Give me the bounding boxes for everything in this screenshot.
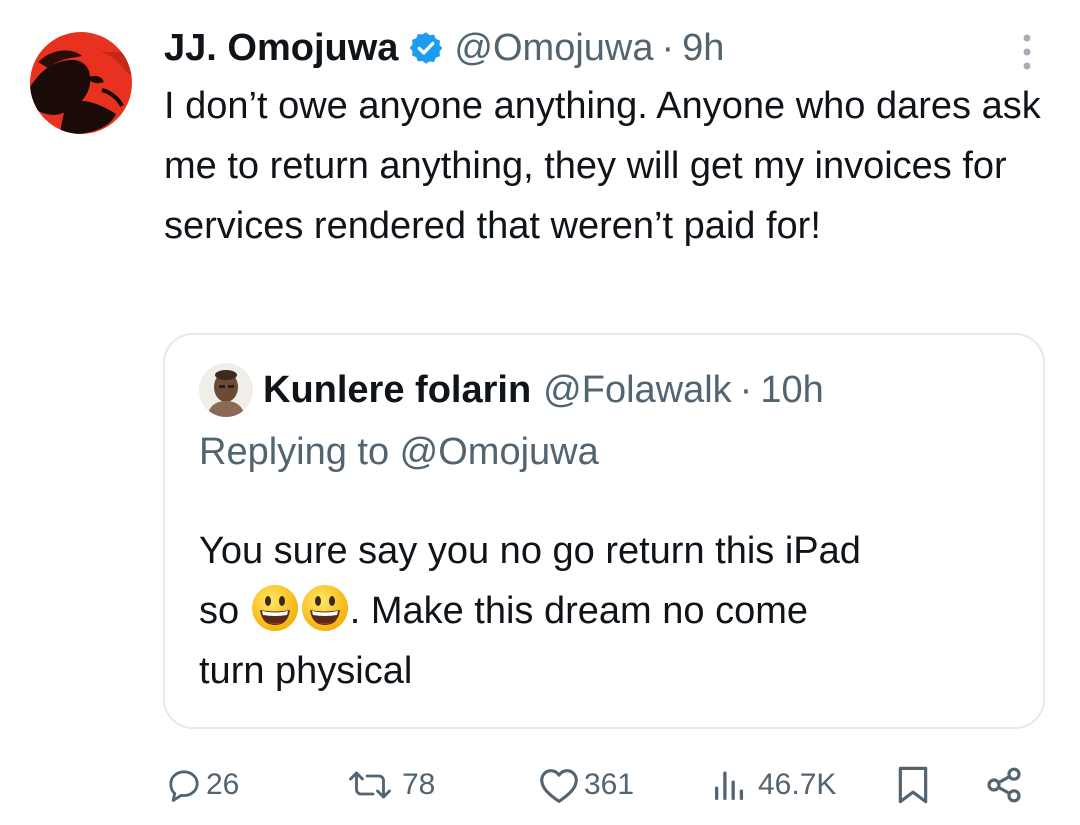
like-count: 361 (584, 768, 635, 801)
retweet-count: 78 (402, 768, 436, 801)
author-handle[interactable]: @Omojuwa (454, 27, 653, 70)
views-count: 46.7K (758, 768, 837, 801)
tweet-timestamp[interactable]: 9h (682, 27, 724, 70)
quoted-author-name[interactable]: Kunlere folarin (263, 369, 531, 412)
views-chart-icon (712, 767, 748, 803)
retweet-icon (342, 767, 398, 803)
like-button[interactable]: 361 (538, 755, 634, 815)
action-bar: 26 78 361 46.7K (0, 755, 1080, 815)
retweet-button[interactable]: 78 (342, 755, 435, 815)
more-vertical-icon[interactable] (1012, 30, 1042, 74)
views-button[interactable]: 46.7K (712, 755, 836, 815)
author-name[interactable]: JJ. Omojuwa (164, 27, 398, 70)
quoted-text-so: so (199, 590, 240, 632)
verified-badge-icon (408, 30, 444, 66)
quoted-text-line3: turn physical (199, 650, 413, 692)
share-button[interactable] (984, 755, 1024, 815)
author-avatar[interactable] (30, 32, 132, 134)
header-separator: · (661, 26, 675, 69)
quoted-author-avatar[interactable] (199, 363, 253, 417)
quoted-text-after-emoji: . Make this dream no come (349, 590, 809, 632)
heart-icon (538, 766, 580, 804)
reply-count: 26 (206, 768, 240, 801)
quoted-timestamp[interactable]: 10h (760, 369, 823, 412)
quoted-header-separator: · (739, 368, 753, 411)
reply-icon (166, 767, 202, 803)
quoted-tweet-text: You sure say you no go return this iPad … (199, 521, 1019, 701)
quoted-author-handle[interactable]: @Folawalk (543, 369, 732, 412)
tweet-text: I don’t owe anyone anything. Anyone who … (164, 85, 1041, 247)
tweet-card: JJ. Omojuwa @Omojuwa · 9h I don’t owe an… (0, 0, 1080, 825)
quoted-tweet[interactable]: Kunlere folarin @Folawalk · 10h Replying… (163, 333, 1045, 729)
grinning-face-emoji-icon (300, 583, 350, 633)
tweet-header: JJ. Omojuwa @Omojuwa · 9h (164, 22, 724, 74)
bookmark-button[interactable] (894, 755, 932, 815)
quoted-text-line1: You sure say you no go return this iPad (199, 530, 861, 572)
reply-button[interactable]: 26 (166, 755, 239, 815)
grinning-face-emoji-icon (250, 583, 300, 633)
share-icon (984, 765, 1024, 805)
bookmark-icon (894, 764, 932, 806)
quoted-tweet-header: Kunlere folarin @Folawalk · 10h (263, 365, 824, 415)
replying-to-label: Replying to @Omojuwa (199, 431, 599, 473)
